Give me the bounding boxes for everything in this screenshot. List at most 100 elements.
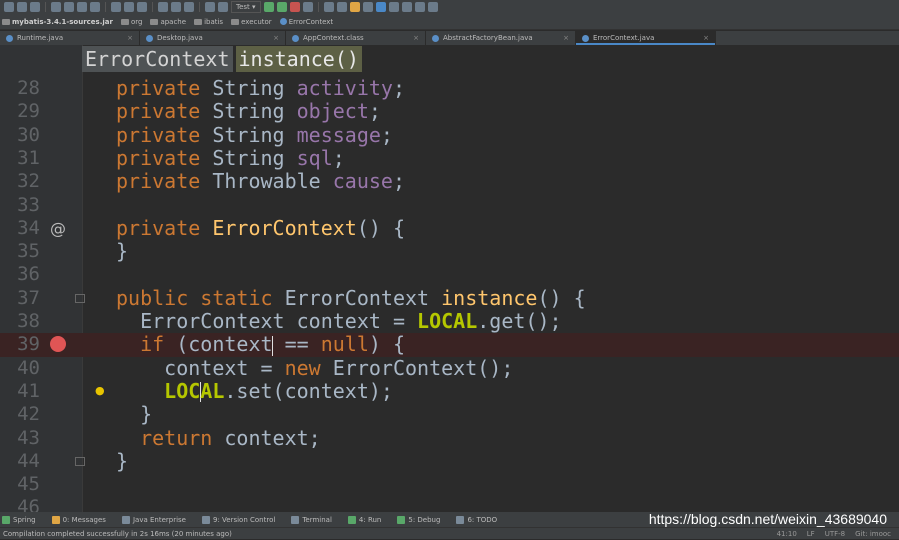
stop-icon[interactable] [289,2,300,12]
settings-icon[interactable] [388,2,399,12]
code-line[interactable]: 36 [0,263,899,286]
intention-bulb-icon[interactable]: ● [95,384,105,397]
code-editor[interactable]: ErrorContext instance() 28 private String… [0,45,899,512]
fold-icon[interactable] [75,456,85,466]
plugin-icon[interactable] [427,2,438,12]
undo-icon[interactable] [51,2,61,12]
tool-window-button[interactable]: 0: Messages [51,515,106,524]
breadcrumb-item[interactable]: ibatis [194,18,223,26]
code-line[interactable]: 32 private Throwable cause; [0,170,899,193]
close-icon[interactable]: × [563,34,569,42]
watermark: https://blog.csdn.net/weixin_43689040 [648,511,887,527]
fold-icon[interactable] [75,293,85,303]
vcs-update-icon[interactable] [323,2,334,12]
run-icon[interactable] [263,2,274,12]
tool-window-button[interactable]: Java Enterprise [121,515,186,524]
file-encoding[interactable]: UTF-8 [825,530,845,538]
code-line[interactable]: 42 } [0,403,899,426]
replace-icon[interactable] [137,2,147,12]
code-token: null [320,332,369,357]
code-text: if (context == null) { [116,333,405,356]
tool-window-button[interactable]: Spring [2,515,36,524]
tool-window-button[interactable]: 5: Debug [397,515,440,524]
find-icon[interactable] [124,2,134,12]
build-icon[interactable] [184,2,194,12]
code-line[interactable]: 35} [0,240,899,263]
sdk-icon[interactable] [401,2,412,12]
tab-label: Desktop.java [157,34,203,42]
run-config-select[interactable]: Test ▾ [231,1,261,13]
code-text: private Throwable cause; [116,170,405,193]
editor-tab[interactable]: ErrorContext.java × [576,31,716,45]
code-line[interactable]: 34 @ private ErrorContext() { [0,215,899,240]
editor-tab[interactable]: Desktop.java × [140,31,286,45]
line-separator[interactable]: LF [807,530,815,538]
code-line[interactable]: 30 private String message; [0,123,899,147]
tool-window-button[interactable]: 6: TODO [456,515,497,524]
tool-window-button[interactable]: 9: Version Control [202,515,275,524]
help-icon[interactable] [414,2,425,12]
terminal-icon [291,515,300,524]
cut-icon[interactable] [77,2,87,12]
editor-tab[interactable]: AppContext.class × [286,31,426,45]
config-icon[interactable] [218,2,228,12]
save-icon[interactable] [17,2,27,12]
breadcrumb-item[interactable]: mybatis-3.4.1-sources.jar [2,18,113,26]
breadcrumb-item[interactable]: apache [150,18,186,26]
code-line[interactable]: 46 [0,496,899,512]
breadcrumb-item[interactable]: executor [231,18,272,26]
code-line[interactable]: 37 public static ErrorContext instance() … [0,286,899,310]
cursor-position[interactable]: 41:10 [777,530,797,538]
make-icon[interactable] [205,2,215,12]
open-icon[interactable] [4,2,14,12]
override-marker-icon[interactable]: @ [50,217,66,240]
breakpoint-icon[interactable] [50,336,66,353]
history-icon[interactable] [349,2,360,12]
code-token: activity [296,76,393,100]
coverage-icon[interactable] [302,2,313,12]
close-icon[interactable]: × [273,34,279,42]
tool-window-button[interactable]: Terminal [291,515,332,524]
folder-icon [150,18,159,25]
code-line[interactable]: 41 ● LOCAL.set(context); [0,378,899,403]
code-token: ErrorContext [212,215,357,240]
code-line[interactable]: 31 private String sql; [0,145,899,170]
code-line[interactable]: 38 ErrorContext context = LOCAL.get(); [0,310,899,333]
breadcrumb-item[interactable]: ErrorContext [279,18,333,26]
sync-icon[interactable] [30,2,40,12]
tool-window-label: Java Enterprise [132,515,186,524]
vcs-branch[interactable]: Git: imooc [855,530,891,538]
debug-icon[interactable] [276,2,287,12]
paste-icon[interactable] [111,2,121,12]
editor-tab[interactable]: Runtime.java × [0,31,140,45]
code-line[interactable]: 39 if (context == null) { [0,333,899,357]
structure-icon[interactable] [375,2,386,12]
status-right: 41:10 LF UTF-8 Git: imooc [777,528,891,540]
nav-class-name[interactable]: ErrorContext [82,46,233,72]
code-line[interactable]: 43 return context; [0,426,899,450]
back-icon[interactable] [158,2,168,12]
close-icon[interactable]: × [703,34,709,42]
code-line[interactable]: 28 private String activity; [0,77,899,100]
copy-icon[interactable] [90,2,100,12]
close-icon[interactable]: × [127,34,133,42]
code-token: private [116,99,213,124]
tool-window-button[interactable]: 4: Run [347,515,381,524]
close-icon[interactable]: × [413,34,419,42]
forward-icon[interactable] [171,2,181,12]
redo-icon[interactable] [64,2,74,12]
toolbar-separator [152,2,153,12]
editor-tab[interactable]: AbstractFactoryBean.java × [426,31,576,45]
breadcrumb-item[interactable]: org [120,18,142,26]
vcs-commit-icon[interactable] [336,2,347,12]
code-line[interactable]: 33 [0,194,899,217]
code-line[interactable]: 45 [0,473,899,496]
nav-method-name[interactable]: instance() [235,46,362,72]
revert-icon[interactable] [362,2,373,12]
code-token: sql [296,145,333,170]
code-line[interactable]: 29 private String object; [0,100,899,123]
code-line[interactable]: 44} [0,449,899,473]
code-line[interactable]: 40 context = new ErrorContext(); [0,356,899,380]
code-token: .set(context); [224,378,393,403]
debug-icon [397,515,406,524]
